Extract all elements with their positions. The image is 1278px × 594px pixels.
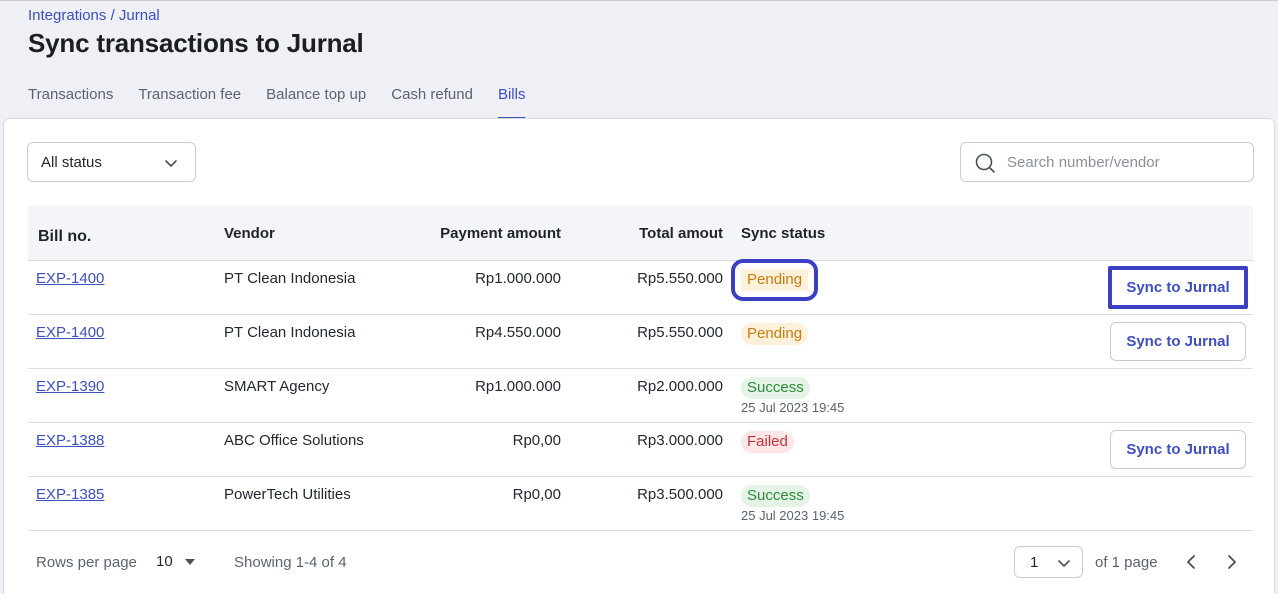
breadcrumb-integrations[interactable]: Integrations — [28, 7, 106, 24]
bills-table: Bill no. Vendor Payment amount Total amo… — [28, 206, 1253, 531]
status-badge: Pending — [741, 323, 809, 345]
page-header: Integrations / Jurnal Sync transactions … — [0, 0, 1278, 119]
status-badge: Success — [741, 485, 810, 507]
vendor-name: ABC Office Solutions — [224, 432, 364, 449]
bill-number-link[interactable]: EXP-1385 — [36, 486, 104, 503]
tab-transactions[interactable]: Transactions — [28, 85, 113, 119]
page-count-label: of 1 page — [1095, 554, 1158, 571]
page-number-value: 1 — [1030, 554, 1039, 571]
chevron-left-icon[interactable] — [1181, 551, 1203, 573]
search-icon — [975, 153, 995, 173]
total-amount: Rp5.550.000 — [637, 270, 723, 287]
rows-per-page-value: 10 — [156, 553, 173, 570]
table-footer: Rows per page 10 Showing 1-4 of 4 1 of 1… — [28, 540, 1253, 584]
rows-per-page-label: Rows per page — [36, 554, 137, 571]
synced-at-timestamp: 25 Jul 2023 19:45 — [741, 508, 845, 523]
table-row: EXP-1388 ABC Office Solutions Rp0,00 Rp3… — [28, 423, 1253, 477]
breadcrumb-jurnal[interactable]: Jurnal — [119, 7, 160, 24]
tab-transaction-fee[interactable]: Transaction fee — [138, 85, 241, 119]
page: Integrations / Jurnal Sync transactions … — [0, 0, 1278, 594]
search-input[interactable] — [1007, 151, 1242, 173]
chevron-down-icon — [1058, 560, 1070, 567]
payment-amount: Rp1.000.000 — [475, 270, 561, 287]
table-row: EXP-1385 PowerTech Utilities Rp0,00 Rp3.… — [28, 477, 1253, 531]
page-title: Sync transactions to Jurnal — [28, 28, 364, 58]
header-sync-status: Sync status — [741, 225, 826, 242]
tab-cash-refund[interactable]: Cash refund — [391, 85, 473, 119]
bill-number-link[interactable]: EXP-1400 — [36, 324, 104, 341]
sync-to-jurnal-button[interactable]: Sync to Jurnal — [1108, 266, 1248, 309]
status-badge: Success — [741, 377, 810, 399]
vendor-name: PT Clean Indonesia — [224, 270, 356, 287]
table-header: Bill no. Vendor Payment amount Total amo… — [28, 206, 1253, 261]
tab-bar: Transactions Transaction fee Balance top… — [28, 85, 550, 119]
sync-to-jurnal-button[interactable]: Sync to Jurnal — [1110, 322, 1246, 361]
total-amount: Rp3.000.000 — [637, 432, 723, 449]
total-amount: Rp5.550.000 — [637, 324, 723, 341]
page-number-select[interactable]: 1 — [1014, 546, 1083, 578]
payment-amount: Rp0,00 — [512, 432, 561, 449]
vendor-name: PT Clean Indonesia — [224, 324, 356, 341]
payment-amount: Rp1.000.000 — [475, 378, 561, 395]
status-filter-select[interactable]: All status — [27, 142, 196, 182]
caret-down-icon — [184, 559, 195, 566]
search-box — [960, 142, 1254, 182]
table-row: EXP-1400 PT Clean Indonesia Rp1.000.000 … — [28, 259, 1253, 315]
chevron-down-icon — [165, 160, 177, 167]
payment-amount: Rp0,00 — [512, 486, 561, 503]
status-filter-value: All status — [41, 154, 102, 171]
status-badge: Failed — [741, 431, 794, 453]
vendor-name: PowerTech Utilities — [224, 486, 351, 503]
showing-count: Showing 1-4 of 4 — [234, 554, 347, 571]
breadcrumb-separator: / — [110, 7, 115, 24]
tab-balance-top-up[interactable]: Balance top up — [266, 85, 366, 119]
vendor-name: SMART Agency — [224, 378, 330, 395]
status-badge: Pending — [730, 259, 819, 301]
total-amount: Rp2.000.000 — [637, 378, 723, 395]
table-row: EXP-1400 PT Clean Indonesia Rp4.550.000 … — [28, 315, 1253, 369]
header-bill-no: Bill no. — [38, 228, 92, 245]
table-row: EXP-1390 SMART Agency Rp1.000.000 Rp2.00… — [28, 369, 1253, 423]
header-total-amount: Total amout — [639, 225, 723, 242]
synced-at-timestamp: 25 Jul 2023 19:45 — [741, 400, 845, 415]
sync-to-jurnal-button[interactable]: Sync to Jurnal — [1110, 430, 1246, 469]
bill-number-link[interactable]: EXP-1388 — [36, 432, 104, 449]
rows-per-page-select[interactable]: 10 — [156, 553, 195, 570]
header-payment-amount: Payment amount — [440, 225, 561, 242]
total-amount: Rp3.500.000 — [637, 486, 723, 503]
chevron-right-icon[interactable] — [1220, 551, 1242, 573]
header-vendor: Vendor — [224, 225, 275, 242]
bill-number-link[interactable]: EXP-1390 — [36, 378, 104, 395]
breadcrumb: Integrations / Jurnal — [28, 7, 160, 24]
bill-number-link[interactable]: EXP-1400 — [36, 270, 104, 287]
tab-bills[interactable]: Bills — [497, 85, 526, 119]
payment-amount: Rp4.550.000 — [475, 324, 561, 341]
